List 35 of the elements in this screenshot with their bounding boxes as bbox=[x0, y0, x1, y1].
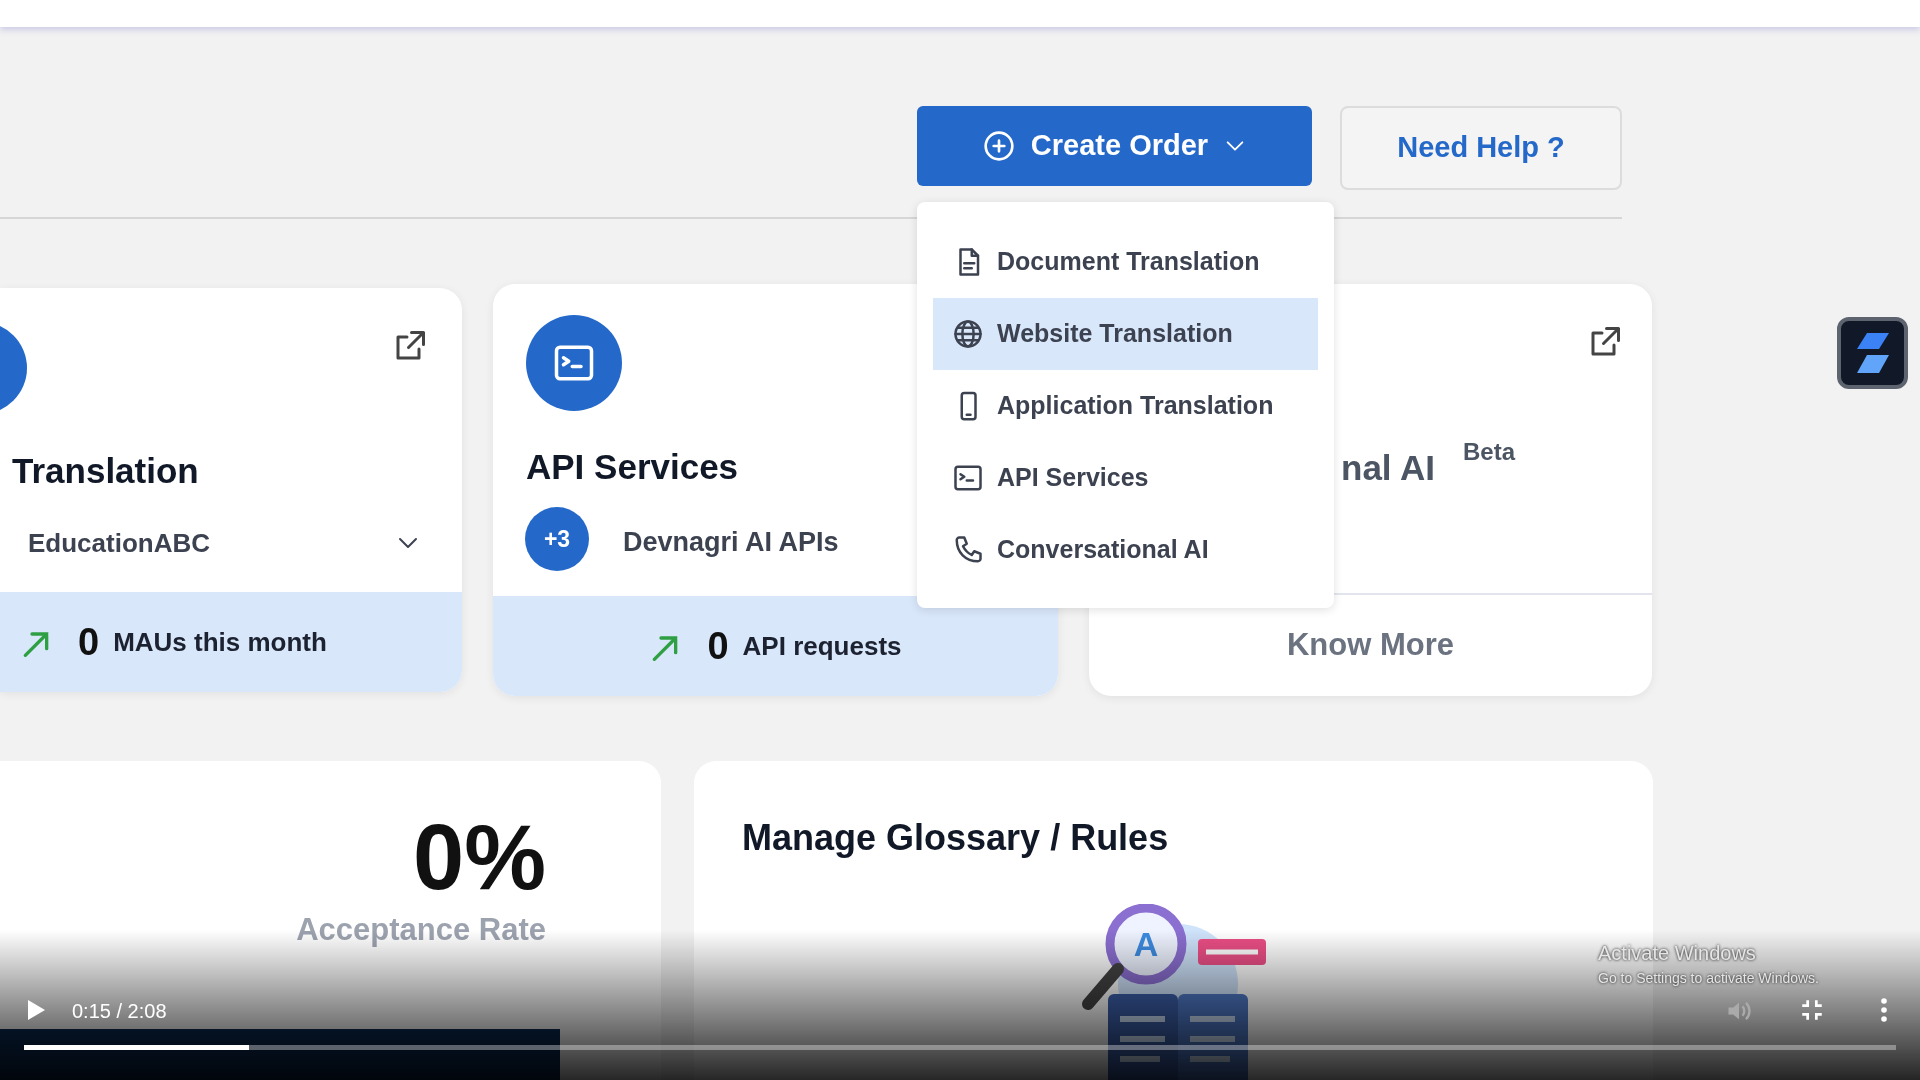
phone-handset-icon bbox=[953, 535, 983, 565]
card-subtitle: Devnagri AI APIs bbox=[623, 526, 839, 559]
app-launcher-icon[interactable] bbox=[1837, 317, 1908, 389]
os-notice-title: Activate Windows bbox=[1598, 941, 1757, 966]
count-badge: +3 bbox=[525, 507, 589, 571]
exit-fullscreen-icon[interactable] bbox=[1799, 997, 1825, 1023]
help-button[interactable]: Need Help ? bbox=[1340, 106, 1622, 190]
stat-label: MAUs this month bbox=[113, 625, 327, 659]
plus-circle-icon bbox=[982, 130, 1015, 162]
globe-icon bbox=[953, 319, 983, 349]
project-select[interactable]: EducationABC bbox=[14, 520, 434, 566]
video-progress-track[interactable] bbox=[24, 1045, 1896, 1050]
stat-value: 0 bbox=[707, 623, 729, 669]
beta-tag: Beta bbox=[1463, 434, 1516, 470]
stat-label: API requests bbox=[742, 629, 902, 663]
more-options-icon[interactable] bbox=[1880, 997, 1888, 1023]
create-order-button[interactable]: Create Order bbox=[917, 106, 1312, 186]
stat-value: 0 bbox=[78, 619, 100, 665]
acceptance-value: 0% bbox=[413, 811, 546, 903]
play-button[interactable] bbox=[26, 997, 46, 1021]
menu-item[interactable]: Conversational AI bbox=[933, 514, 1318, 586]
card-title: Manage Glossary / Rules bbox=[742, 816, 1169, 860]
acceptance-label: Acceptance Rate bbox=[296, 911, 546, 949]
terminal-icon bbox=[953, 463, 983, 493]
video-time: 0:15 / 2:08 bbox=[72, 999, 167, 1024]
card-title: nal AI bbox=[1341, 447, 1435, 489]
glossary-illustration: A bbox=[1078, 904, 1268, 1080]
card-title: Translation bbox=[12, 450, 199, 492]
know-more-link[interactable]: Know More bbox=[1089, 593, 1652, 696]
menu-item[interactable]: Website Translation bbox=[933, 298, 1318, 370]
os-notice-text: Go to Settings to activate Windows. bbox=[1598, 969, 1819, 988]
menu-item[interactable]: Application Translation bbox=[933, 370, 1318, 442]
card-title: API Services bbox=[526, 446, 739, 488]
menu-item[interactable]: Document Translation bbox=[933, 226, 1318, 298]
menu-item[interactable]: API Services bbox=[933, 442, 1318, 514]
